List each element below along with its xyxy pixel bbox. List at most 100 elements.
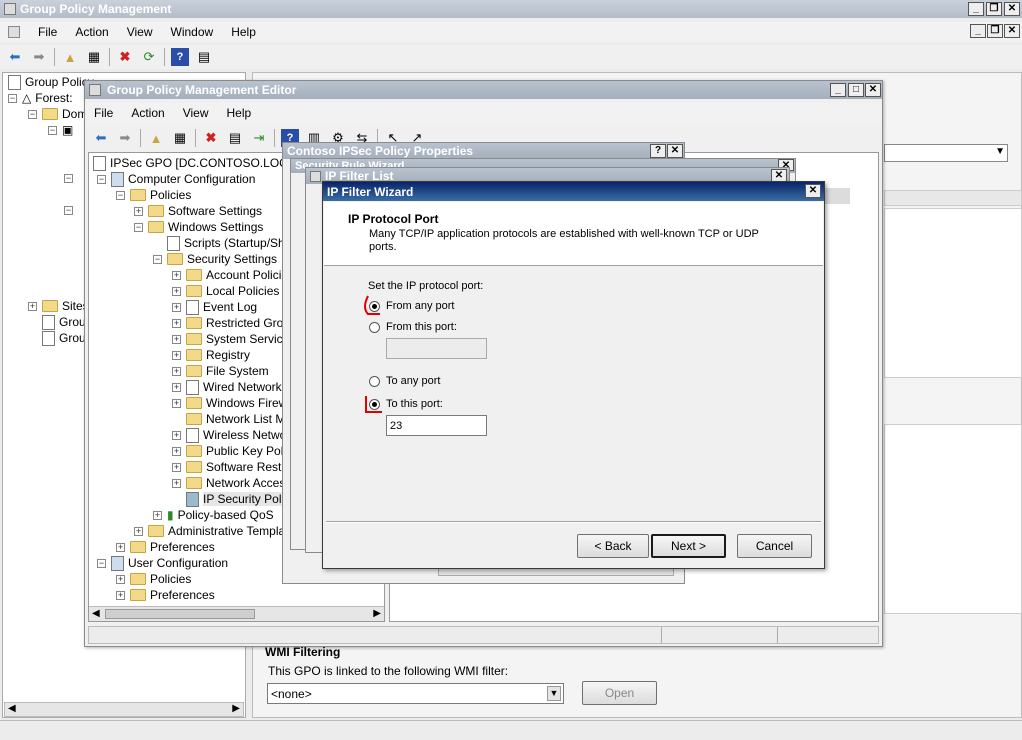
properties-icon[interactable]: ▤: [195, 48, 213, 66]
expand-toggle[interactable]: +: [172, 398, 181, 408]
tree-system-services[interactable]: + System Service: [172, 331, 289, 347]
gpm-tree-results[interactable]: Grou: [42, 330, 86, 346]
collapse-toggle[interactable]: −: [116, 190, 125, 200]
tree-wireless-network[interactable]: + Wireless Netwo: [172, 427, 286, 443]
expand-toggle[interactable]: +: [28, 301, 37, 311]
expand-toggle[interactable]: +: [172, 382, 181, 392]
delete-icon[interactable]: ✖: [116, 48, 134, 66]
collapse-toggle[interactable]: −: [64, 205, 73, 215]
expand-toggle[interactable]: +: [172, 334, 181, 344]
gpm-tree-root[interactable]: Group Policy: [8, 74, 94, 90]
wmi-open-button[interactable]: Open: [582, 681, 657, 705]
tree-file-system[interactable]: + File System: [172, 363, 269, 379]
tree-wired-network[interactable]: + Wired Network: [172, 379, 282, 395]
expand-toggle[interactable]: +: [172, 270, 181, 280]
scroll-left-icon[interactable]: ◀: [92, 608, 100, 619]
collapse-toggle[interactable]: −: [97, 558, 106, 568]
gpm-menu-file[interactable]: File: [38, 25, 57, 39]
from-port-input[interactable]: [386, 338, 487, 359]
expand-toggle[interactable]: +: [172, 366, 181, 376]
dropdown-arrow-icon[interactable]: ▼: [547, 686, 561, 701]
forward-icon[interactable]: ➡: [116, 129, 134, 147]
refresh-icon[interactable]: ⟳: [140, 48, 158, 66]
gpme-tree-root[interactable]: IPSec GPO [DC.CONTOSO.LOCAL]: [93, 155, 306, 171]
gpm-menu-window[interactable]: Window: [171, 25, 214, 39]
scroll-right-icon[interactable]: ▶: [373, 608, 381, 619]
scroll-thumb[interactable]: [105, 609, 255, 619]
maximize-button[interactable]: □: [848, 83, 864, 97]
child-close-button[interactable]: ✕: [1004, 24, 1020, 38]
tree-software-restriction[interactable]: + Software Restr: [172, 459, 285, 475]
gpme-tree-hscrollbar[interactable]: ◀ ▶: [89, 606, 384, 621]
delete-icon[interactable]: ✖: [202, 129, 220, 147]
collapse-toggle[interactable]: −: [153, 254, 162, 264]
gpm-tree-collapsed-node[interactable]: −: [64, 170, 78, 186]
tree-user-preferences[interactable]: + Preferences: [116, 587, 215, 603]
collapse-toggle[interactable]: −: [97, 174, 106, 184]
collapse-toggle[interactable]: −: [8, 93, 17, 103]
collapse-toggle[interactable]: −: [48, 125, 57, 135]
up-folder-icon[interactable]: ▲: [61, 48, 79, 66]
show-hide-tree-icon[interactable]: ▦: [85, 48, 103, 66]
tree-restricted-groups[interactable]: + Restricted Grou: [172, 315, 290, 331]
tree-user-policies[interactable]: + Policies: [116, 571, 191, 587]
help-icon[interactable]: ?: [171, 48, 189, 66]
gpm-menu-help[interactable]: Help: [231, 25, 256, 39]
gpme-menu-file[interactable]: File: [94, 106, 113, 120]
child-minimize-button[interactable]: _: [970, 24, 986, 38]
expand-toggle[interactable]: +: [172, 462, 181, 472]
tree-policies[interactable]: − Policies: [116, 187, 191, 203]
back-icon[interactable]: ⬅: [6, 48, 24, 66]
close-button[interactable]: ✕: [1004, 2, 1020, 16]
to-port-input[interactable]: 23: [386, 415, 487, 436]
gpm-right-dropdown[interactable]: ▼: [884, 144, 1008, 162]
collapse-toggle[interactable]: −: [64, 173, 73, 183]
export-icon[interactable]: ⇥: [250, 129, 268, 147]
gpm-tree-domains[interactable]: − Dom: [28, 106, 87, 122]
expand-toggle[interactable]: +: [134, 206, 143, 216]
tree-security-settings[interactable]: − Security Settings: [153, 251, 277, 267]
expand-toggle[interactable]: +: [116, 574, 125, 584]
gpme-menu-view[interactable]: View: [183, 106, 209, 120]
expand-toggle[interactable]: +: [134, 526, 143, 536]
cancel-button[interactable]: Cancel: [737, 534, 812, 558]
gpm-menu-action[interactable]: Action: [75, 25, 108, 39]
show-hide-tree-icon[interactable]: ▦: [171, 129, 189, 147]
tree-software-settings[interactable]: + Software Settings: [134, 203, 262, 219]
back-button[interactable]: < Back: [577, 534, 649, 558]
restore-button[interactable]: ❐: [986, 2, 1002, 16]
tree-scripts[interactable]: Scripts (Startup/Shu: [167, 235, 291, 251]
next-button[interactable]: Next >: [651, 534, 726, 558]
expand-toggle[interactable]: +: [172, 286, 181, 296]
gpm-menu-view[interactable]: View: [127, 25, 153, 39]
expand-toggle[interactable]: +: [153, 510, 162, 520]
expand-toggle[interactable]: +: [116, 590, 125, 600]
tree-public-key[interactable]: + Public Key Polici: [172, 443, 295, 459]
tree-local-policies[interactable]: + Local Policies: [172, 283, 279, 299]
collapse-toggle[interactable]: −: [134, 222, 143, 232]
tree-network-list[interactable]: Network List Ma: [186, 411, 292, 427]
tree-policy-qos[interactable]: + ▮ Policy-based QoS: [153, 507, 274, 523]
expand-toggle[interactable]: +: [116, 542, 125, 552]
gpme-menu-help[interactable]: Help: [227, 106, 252, 120]
expand-toggle[interactable]: +: [172, 430, 181, 440]
gpm-tree-collapsed-node[interactable]: −: [64, 202, 78, 218]
expand-toggle[interactable]: +: [172, 302, 181, 312]
tree-admin-templates[interactable]: + Administrative Template: [134, 523, 295, 539]
gpm-tree-domain-node[interactable]: − ▣: [48, 122, 73, 138]
expand-toggle[interactable]: +: [172, 478, 181, 488]
gpm-tree-sites[interactable]: + Sites: [28, 298, 89, 314]
scroll-right-icon[interactable]: ▶: [232, 703, 240, 714]
tree-preferences[interactable]: + Preferences: [116, 539, 215, 555]
wmi-filter-select[interactable]: <none> ▼: [267, 683, 564, 704]
close-button[interactable]: ✕: [865, 83, 881, 97]
tree-computer-config[interactable]: − Computer Configuration: [97, 171, 255, 187]
minimize-button[interactable]: _: [968, 2, 984, 16]
tree-account-policies[interactable]: + Account Policies: [172, 267, 294, 283]
expand-toggle[interactable]: +: [172, 350, 181, 360]
tree-registry[interactable]: + Registry: [172, 347, 250, 363]
close-button[interactable]: ✕: [667, 144, 683, 158]
tree-ip-security[interactable]: IP Security Polic: [186, 491, 291, 507]
gpm-tree-hscrollbar[interactable]: ◀ ▶: [4, 702, 244, 717]
minimize-button[interactable]: _: [830, 83, 846, 97]
